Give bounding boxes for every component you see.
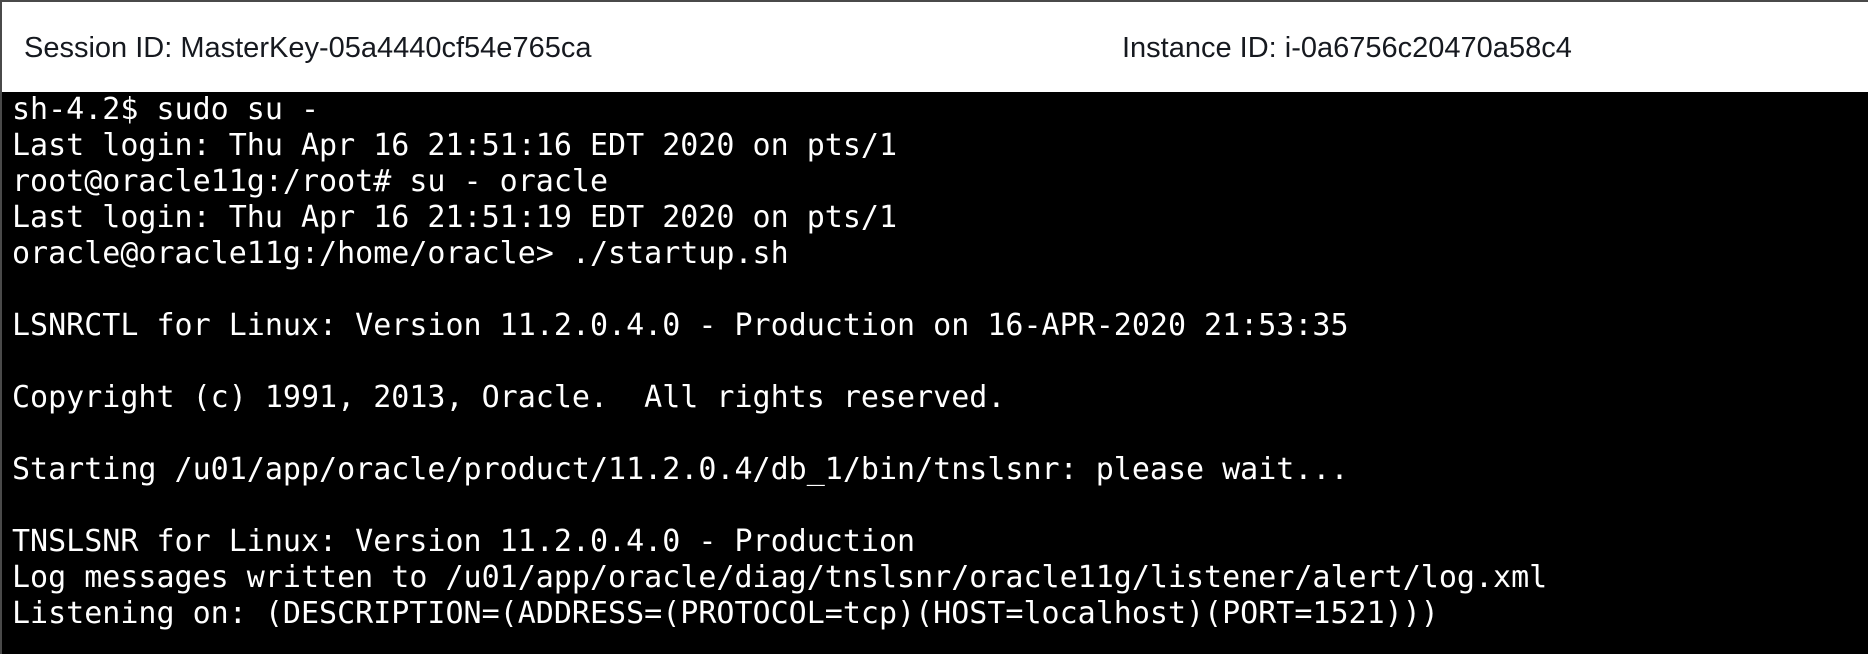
terminal-line: TNSLSNR for Linux: Version 11.2.0.4.0 - …	[12, 524, 916, 559]
terminal-output: sh-4.2$ sudo su - Last login: Thu Apr 16…	[12, 92, 1547, 632]
session-header: Session ID: MasterKey-05a4440cf54e765ca …	[0, 0, 1868, 92]
terminal-line: LSNRCTL for Linux: Version 11.2.0.4.0 - …	[12, 308, 1349, 343]
terminal-line: Copyright (c) 1991, 2013, Oracle. All ri…	[12, 380, 1006, 415]
terminal-line: Last login: Thu Apr 16 21:51:16 EDT 2020…	[12, 128, 898, 163]
instance-id-label: Instance ID: i-0a6756c20470a58c4	[1122, 32, 1572, 64]
terminal-line: Starting /u01/app/oracle/product/11.2.0.…	[12, 452, 1349, 487]
terminal-line: oracle@oracle11g:/home/oracle> ./startup…	[12, 236, 789, 271]
terminal-line: Log messages written to /u01/app/oracle/…	[12, 560, 1548, 595]
terminal-line: Last login: Thu Apr 16 21:51:19 EDT 2020…	[12, 200, 898, 235]
terminal-window[interactable]: sh-4.2$ sudo su - Last login: Thu Apr 16…	[0, 92, 1868, 654]
terminal-line: sh-4.2$ sudo su -	[12, 92, 320, 127]
terminal-line: root@oracle11g:/root# su - oracle	[12, 164, 609, 199]
session-id-label: Session ID: MasterKey-05a4440cf54e765ca	[24, 32, 592, 64]
terminal-line: Listening on: (DESCRIPTION=(ADDRESS=(PRO…	[12, 596, 1439, 631]
